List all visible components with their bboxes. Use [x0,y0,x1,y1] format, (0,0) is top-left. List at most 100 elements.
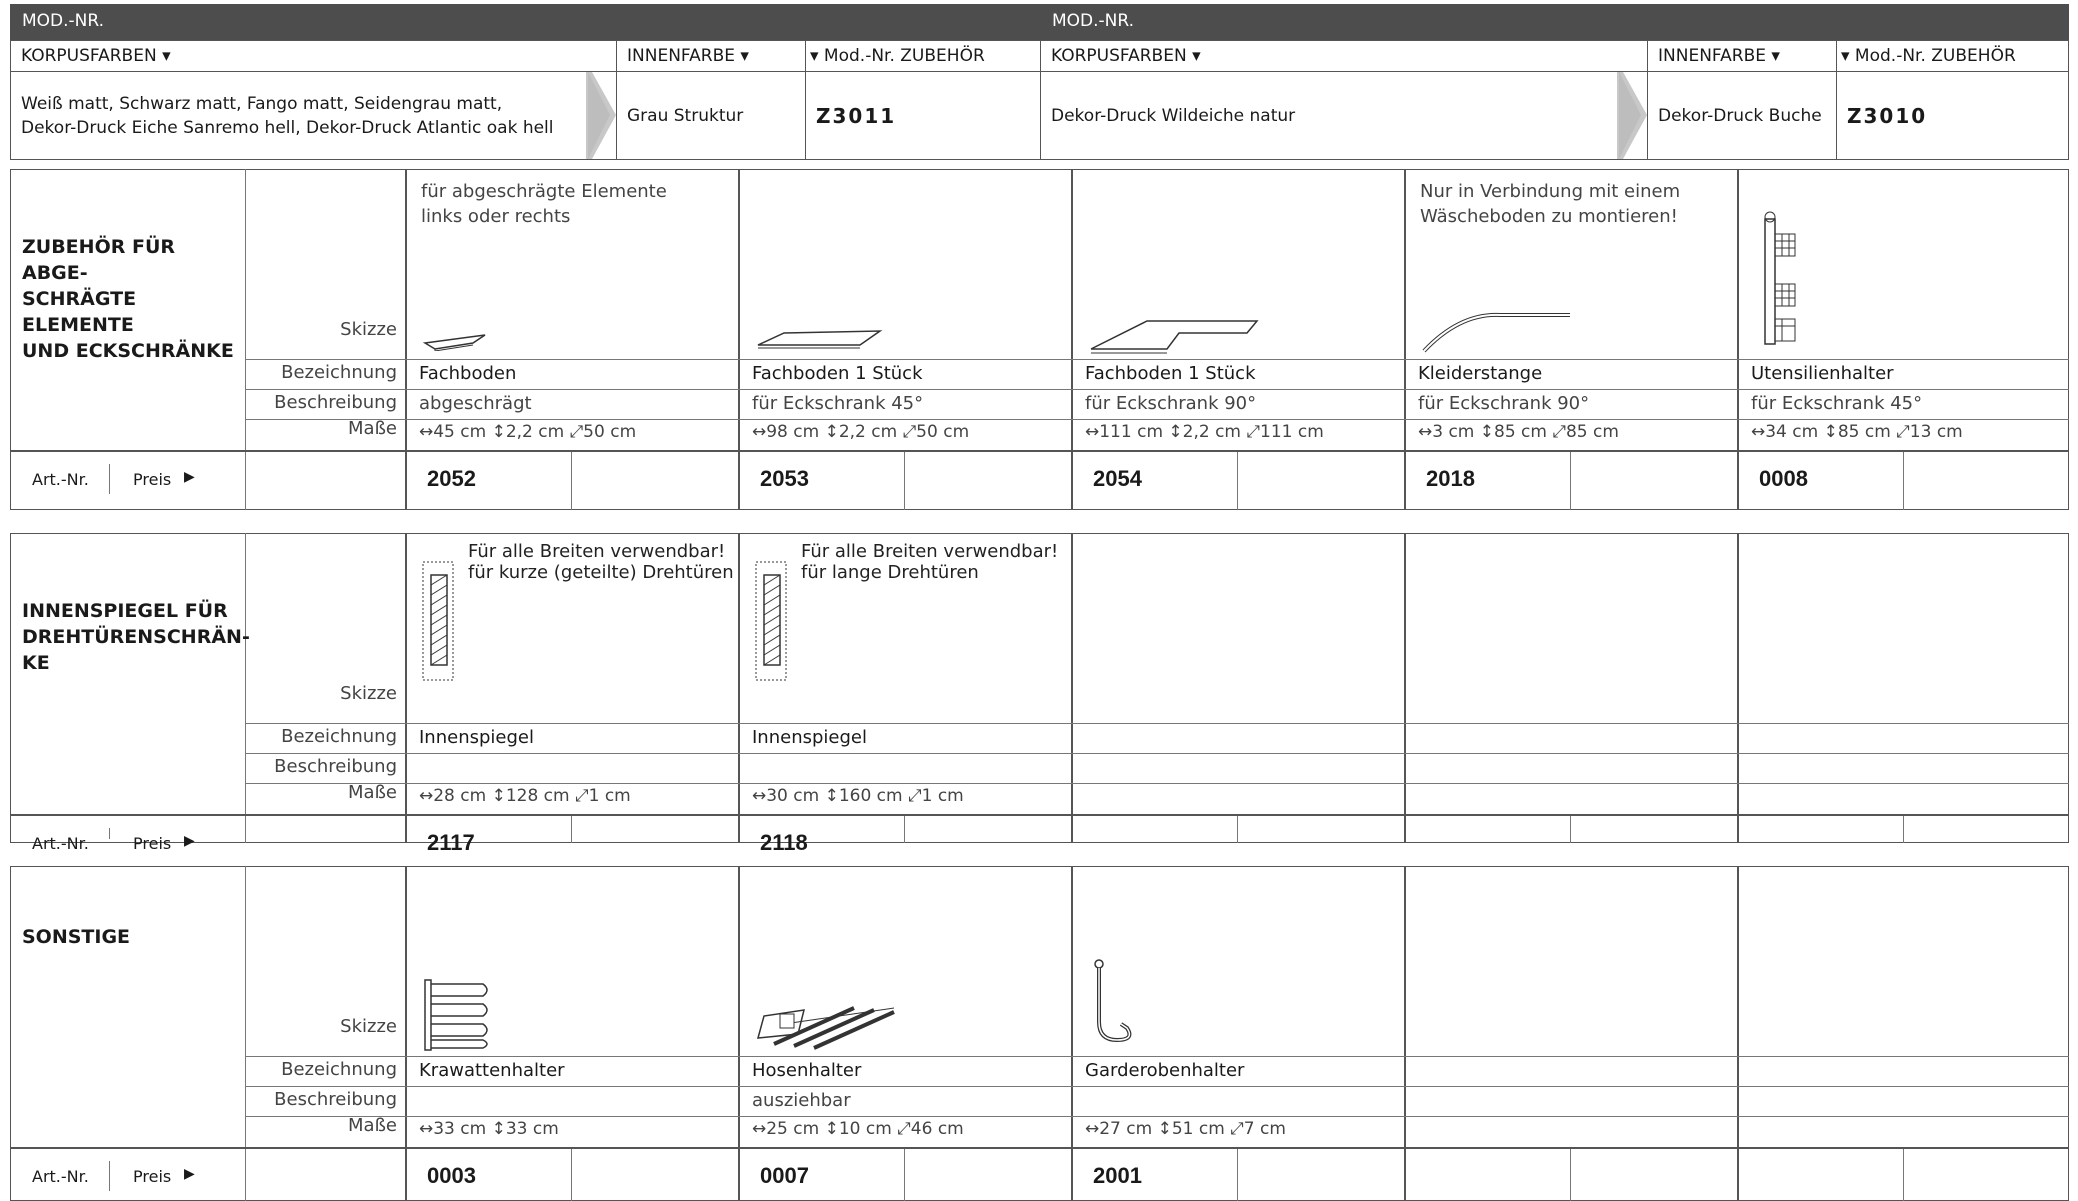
play-arrow-icon: ▶ [184,1166,195,1182]
price-field[interactable] [1572,816,1735,841]
item-note: Für alle Breiten verwendbar! für kurze (g… [468,541,734,583]
label-separator [109,1161,110,1191]
row-divider [245,1056,2069,1057]
column-divider [1404,169,1406,510]
section-title-line: DREHTÜRENSCHRÄN- [22,626,250,648]
zubehoer-header-left[interactable]: ▾ Mod.-Nr. ZUBEHÖR [805,40,1041,72]
innenfarbe-header-right[interactable]: INNENFARBE ▾ [1647,40,1837,72]
item-dimensions: ↔25 cm ↕10 cm ⤢46 cm [752,1119,964,1139]
price-field[interactable] [1905,1149,2067,1199]
price-divider [1903,814,1904,843]
column-divider [405,533,407,843]
price-field[interactable] [1905,816,2067,841]
preis-label: Preis [133,834,172,853]
item-art-number: 2052 [427,466,476,491]
section-title: ZUBEHÖR FÜR ABGE- SCHRÄGTE ELEMENTE UND EC… [22,234,242,364]
item-name: Innenspiegel [752,727,867,748]
section-title-line: SONSTIGE [22,926,131,948]
zubehoer-header-right[interactable]: ▾ Mod.-Nr. ZUBEHÖR [1836,40,2069,72]
row-label-skizze: Skizze [340,1016,397,1037]
item-note-line: Wäscheboden zu montieren! [1420,206,1678,227]
item-name: Krawattenhalter [419,1060,565,1081]
price-field[interactable] [1239,1149,1402,1199]
price-field[interactable] [906,816,1069,841]
column-divider [1071,866,1073,1201]
row-divider [245,389,2069,390]
item-description: für Eckschrank 45° [752,393,924,414]
row-label-bezeichnung: Bezeichnung [281,1059,397,1080]
item-note: Nur in Verbindung mit einem Wäscheboden z… [1420,179,1680,229]
price-field[interactable] [1239,452,1402,508]
item-name: Innenspiegel [419,727,534,748]
innenfarbe-header-left[interactable]: INNENFARBE ▾ [616,40,806,72]
price-divider [904,450,905,510]
korpusfarben-value-right: Dekor-Druck Wildeiche natur [1040,71,1648,160]
row-divider [245,1086,2069,1087]
price-field[interactable] [573,452,736,508]
korpusfarben-value-left: Weiß matt, Schwarz matt, Fango matt, Sei… [10,71,617,160]
item-dimensions: ↔34 cm ↕85 cm ⤢13 cm [1751,422,1963,442]
price-divider [1237,1147,1238,1201]
row-label-masse: Maße [348,782,397,803]
section-title-line: UND ECKSCHRÄNKE [22,340,234,362]
arrow-chevron-icon [1617,72,1647,159]
section-title: SONSTIGE [22,924,242,950]
shelf-45-sketch-icon [754,311,894,355]
item-note-line: Nur in Verbindung mit einem [1420,181,1681,202]
column-divider [738,533,740,843]
price-field[interactable] [573,1149,736,1199]
price-field[interactable] [573,816,736,841]
arrow-chevron-icon [586,72,616,159]
item-art-number: 0003 [427,1163,476,1188]
item-dimensions: ↔30 cm ↕160 cm ⤢1 cm [752,786,964,806]
column-divider [405,866,407,1201]
mod-nr-header-right: MOD.-NR. [1040,4,2069,40]
item-art-number: 2117 [427,830,475,855]
price-divider [1237,450,1238,510]
item-note-line: links oder rechts [421,206,571,227]
section-title-line: INNENSPIEGEL FÜR [22,600,228,622]
row-divider [245,723,2069,724]
column-divider [1737,866,1739,1201]
label-separator [109,828,110,839]
item-name: Hosenhalter [752,1060,862,1081]
price-divider [1237,814,1238,843]
item-art-number: 2018 [1426,466,1475,491]
section-title-line: KE [22,652,50,674]
label-separator [109,464,110,494]
item-note-line: Für alle Breiten verwendbar! [801,541,1059,562]
shelf-90-sketch-icon [1087,311,1267,360]
play-arrow-icon: ▶ [184,833,195,849]
item-dimensions: ↔28 cm ↕128 cm ⤢1 cm [419,786,631,806]
korpusfarben-header-right[interactable]: KORPUSFARBEN ▾ [1040,40,1648,72]
price-field[interactable] [1572,1149,1735,1199]
price-divider [1570,814,1571,843]
hook-sketch-icon [1087,958,1147,1052]
row-label-beschreibung: Beschreibung [274,1089,397,1110]
item-dimensions: ↔111 cm ↕2,2 cm ⤢111 cm [1085,422,1324,442]
price-field[interactable] [1572,452,1735,508]
korpus-line-2: Dekor-Druck Eiche Sanremo hell, Dekor-Dr… [21,118,554,138]
row-label-skizze: Skizze [340,319,397,340]
item-description: für Eckschrank 90° [1418,393,1590,414]
korpusfarben-header-left[interactable]: KORPUSFARBEN ▾ [10,40,617,72]
item-name: Fachboden [419,363,517,384]
price-field[interactable] [1239,816,1402,841]
price-divider [904,814,905,843]
item-art-number: 2053 [760,466,809,491]
item-description: für Eckschrank 90° [1085,393,1257,414]
column-divider [1404,533,1406,843]
innenfarbe-value-right: Dekor-Druck Buche [1647,71,1837,160]
item-dimensions: ↔27 cm ↕51 cm ⤢7 cm [1085,1119,1286,1139]
price-field[interactable] [906,452,1069,508]
rod-sketch-icon [1420,307,1580,361]
column-divider [1737,533,1739,843]
item-art-number: 2001 [1093,1163,1142,1188]
row-label-masse: Maße [348,1115,397,1136]
row-label-beschreibung: Beschreibung [274,392,397,413]
price-field[interactable] [906,1149,1069,1199]
preis-label: Preis [133,1167,172,1186]
price-field[interactable] [1905,452,2067,508]
item-note: für abgeschrägte Elemente links oder rech… [421,179,667,229]
row-label-masse: Maße [348,418,397,439]
